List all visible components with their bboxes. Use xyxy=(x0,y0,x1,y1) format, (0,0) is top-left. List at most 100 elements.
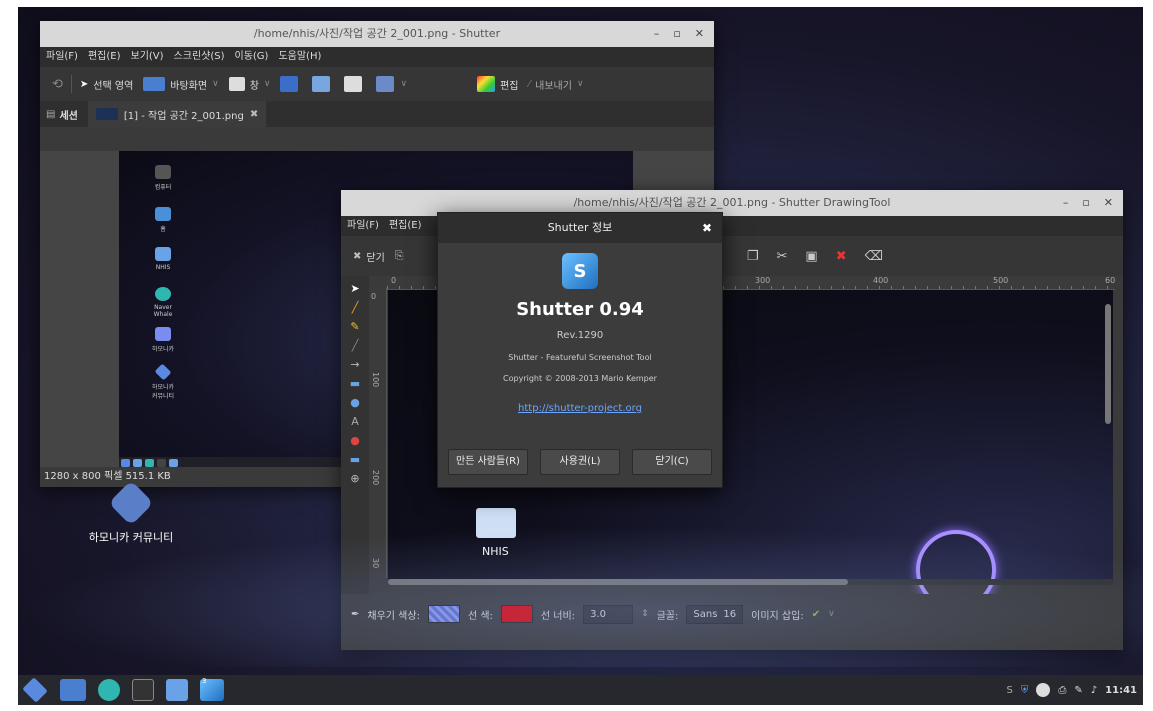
spin-arrows-icon[interactable]: ⇕ xyxy=(641,609,649,619)
chevron-down-icon[interactable]: ∨ xyxy=(400,79,407,89)
highlighter-tool-icon[interactable]: ✎ xyxy=(349,321,361,332)
desktop: /home/nhis/사진/작업 공간 2_001.png - Shutter … xyxy=(18,7,1143,705)
monitor-icon xyxy=(143,77,166,91)
app-description: Shutter - Featureful Screenshot Tool xyxy=(508,353,652,362)
close-icon[interactable]: ✖ xyxy=(702,213,712,243)
fill-color-swatch[interactable] xyxy=(427,605,460,623)
copy-icon[interactable]: ❐ xyxy=(747,249,759,264)
cut-icon[interactable]: ✂ xyxy=(777,249,788,264)
stroke-width-spin[interactable]: 3.0 xyxy=(583,604,634,624)
chevron-down-icon[interactable]: ∨ xyxy=(212,79,219,89)
website-link[interactable]: http://shutter-project.org xyxy=(438,403,722,414)
stroke-color-swatch[interactable] xyxy=(500,605,533,623)
dialog-titlebar[interactable]: Shutter 정보 ✖ xyxy=(438,213,722,243)
canvas-neon-arc xyxy=(916,530,996,610)
shutter-taskbar-icon[interactable]: 3 xyxy=(200,677,224,701)
tab-bar: ▤ 세션 [1] - 작업 공간 2_001.png ✖ xyxy=(40,101,714,127)
preview-icon-computer: 컴퓨터 xyxy=(149,165,177,191)
brush-icon: ✒ xyxy=(351,608,360,620)
menu-capture-icon[interactable] xyxy=(280,76,299,92)
credits-button[interactable]: 만든 사람들(R) xyxy=(448,449,528,475)
clear-icon[interactable]: ⌫ xyxy=(865,249,883,264)
cursor-icon: ➤ xyxy=(79,78,89,90)
minimize-icon[interactable]: – xyxy=(654,21,660,47)
taskbar: 3 S ⛨ ⎙ ✎ ♪ 11:41 xyxy=(18,675,1143,705)
license-button[interactable]: 사용권(L) xyxy=(540,449,620,475)
menu-file[interactable]: 파일(F) xyxy=(46,47,78,67)
chevron-down-icon[interactable]: ∨ xyxy=(577,79,584,89)
tool-palette: ➤ ╱ ✎ ╱ → ▬ ● A ● ▬ ⊕ xyxy=(341,276,369,594)
window-count-badge: 3 xyxy=(202,677,207,685)
whale-browser-icon[interactable] xyxy=(98,679,120,701)
pen-icon[interactable]: ✎ xyxy=(1074,685,1082,696)
window-button[interactable]: 창 ∨ xyxy=(228,77,271,92)
maximize-icon[interactable]: ▫ xyxy=(673,21,680,47)
pixelate-tool-icon[interactable]: ▬ xyxy=(349,454,361,465)
tab-image[interactable]: [1] - 작업 공간 2_001.png ✖ xyxy=(87,101,267,127)
minimize-icon[interactable]: – xyxy=(1063,190,1069,216)
close-drawing-button[interactable]: ✖ 닫기 xyxy=(353,249,385,264)
menu-help[interactable]: 도움말(H) xyxy=(278,47,321,67)
shield-icon[interactable]: ⛨ xyxy=(1021,685,1029,696)
volume-icon[interactable]: ♪ xyxy=(1091,685,1097,696)
desktop-icon-community[interactable]: 하모니카 커뮤니티 xyxy=(76,480,186,545)
window-title: /home/nhis/사진/작업 공간 2_001.png - Shutter … xyxy=(573,196,891,209)
clock[interactable]: 11:41 xyxy=(1105,685,1137,696)
censor-tool-icon[interactable]: ● xyxy=(349,435,361,446)
selection-button[interactable]: ➤ 선택 영역 xyxy=(80,77,133,92)
number-tool-icon[interactable]: ⊕ xyxy=(349,473,361,484)
palette-icon xyxy=(477,76,496,92)
menu-view[interactable]: 보기(V) xyxy=(131,47,164,67)
shutter-tray-icon[interactable]: S xyxy=(1007,685,1013,696)
show-desktop-icon[interactable] xyxy=(60,679,86,701)
edit-button[interactable]: 편집 xyxy=(477,76,518,92)
hamonikr-community-icon xyxy=(108,480,154,526)
pencil-tool-icon[interactable]: ╱ xyxy=(349,302,361,313)
canvas-folder-label: NHIS xyxy=(482,545,509,558)
vertical-ruler: 0 100 200 30 xyxy=(369,288,387,578)
close-tab-icon[interactable]: ✖ xyxy=(250,109,258,120)
preview-icon-home: 홈 xyxy=(149,207,177,233)
file-manager-icon[interactable] xyxy=(166,679,188,701)
close-button[interactable]: 닫기(C) xyxy=(632,449,712,475)
tab-session[interactable]: ▤ 세션 xyxy=(46,107,78,122)
horizontal-scrollbar[interactable] xyxy=(388,579,1113,585)
user-icon[interactable] xyxy=(1036,683,1051,697)
menu-go[interactable]: 이동(G) xyxy=(235,47,269,67)
desktop-button[interactable]: 바탕화면 ∨ xyxy=(143,77,219,92)
tooltip-capture-icon[interactable] xyxy=(312,76,331,92)
terminal-icon[interactable] xyxy=(132,679,154,701)
arrow-tool-icon[interactable]: → xyxy=(349,359,361,370)
rectangle-tool-icon[interactable]: ▬ xyxy=(349,378,361,389)
font-picker[interactable]: Sans 16 xyxy=(686,604,744,624)
web-capture-icon[interactable] xyxy=(344,76,363,92)
save-icon[interactable]: ⎘ xyxy=(395,249,404,263)
close-icon[interactable]: ✕ xyxy=(1104,190,1113,216)
list-icon: ▤ xyxy=(46,108,56,120)
chevron-down-icon[interactable]: ∨ xyxy=(264,79,271,89)
preview-icon-community: 하모니카 커뮤니티 xyxy=(149,363,177,400)
menu-file[interactable]: 파일(F) xyxy=(347,216,379,236)
maximize-icon[interactable]: ▫ xyxy=(1082,190,1089,216)
chevron-down-icon[interactable]: ∨ xyxy=(828,609,835,619)
window-titlebar[interactable]: /home/nhis/사진/작업 공간 2_001.png - Shutter … xyxy=(40,21,714,47)
window-title: /home/nhis/사진/작업 공간 2_001.png - Shutter xyxy=(253,27,501,40)
vertical-scrollbar[interactable] xyxy=(1105,304,1111,424)
delete-icon[interactable]: ✖ xyxy=(836,249,847,264)
shutter-logo-icon: S xyxy=(562,253,598,289)
select-tool-icon[interactable]: ➤ xyxy=(349,283,361,294)
menu-edit[interactable]: 편집(E) xyxy=(389,216,422,236)
redo-capture-icon[interactable] xyxy=(376,76,395,92)
ellipse-tool-icon[interactable]: ● xyxy=(349,397,361,408)
printer-icon[interactable]: ⎙ xyxy=(1058,685,1066,696)
menu-edit[interactable]: 편집(E) xyxy=(88,47,121,67)
text-tool-icon[interactable]: A xyxy=(349,416,361,427)
menu-screenshot[interactable]: 스크린샷(S) xyxy=(174,47,225,67)
refresh-icon[interactable]: ⟲ xyxy=(52,77,63,92)
close-icon[interactable]: ✕ xyxy=(695,21,704,47)
start-menu-icon[interactable] xyxy=(22,677,48,703)
line-tool-icon[interactable]: ╱ xyxy=(349,340,361,351)
paste-icon[interactable]: ▣ xyxy=(805,249,817,264)
checkmark-icon[interactable]: ✔ xyxy=(812,609,820,620)
export-button[interactable]: ⁄ 내보내기 ∨ xyxy=(528,77,583,92)
